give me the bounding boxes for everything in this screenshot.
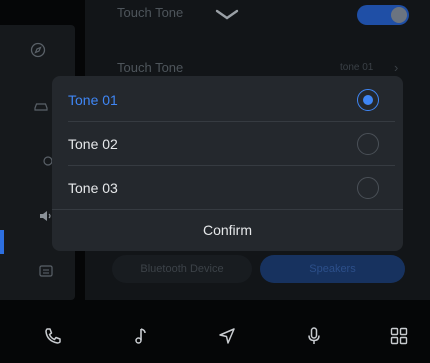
apps-grid-icon[interactable] [387,324,411,348]
touch-tone-row-label[interactable]: Touch Tone [117,60,183,75]
bottom-nav-bar [0,310,430,363]
vehicle-icon[interactable] [33,98,49,114]
radio-selected-icon[interactable] [357,89,379,111]
radio-unselected-icon[interactable] [357,177,379,199]
chevron-down-icon[interactable] [215,9,239,21]
compass-icon[interactable] [30,42,46,58]
display-icon[interactable] [38,263,54,279]
option-tone-01[interactable]: Tone 01 [52,78,403,122]
segment-speakers[interactable]: Speakers [260,255,405,283]
tone-picker-dialog: Tone 01 Tone 02 Tone 03 Confirm [52,76,403,251]
touch-tone-toggle[interactable] [357,5,409,25]
radio-unselected-icon[interactable] [357,133,379,155]
option-label: Tone 01 [68,92,118,108]
header-title: Touch Tone [117,5,184,20]
option-tone-02[interactable]: Tone 02 [52,122,403,166]
confirm-button[interactable]: Confirm [52,209,403,251]
navigation-icon[interactable] [215,324,239,348]
music-icon[interactable] [128,324,152,348]
active-indicator [0,230,4,254]
option-label: Tone 03 [68,180,118,196]
chevron-right-icon: › [394,60,399,75]
phone-icon[interactable] [41,324,65,348]
segment-bluetooth-device[interactable]: Bluetooth Device [112,255,252,283]
touch-tone-row-value: tone 01 [340,62,374,73]
option-tone-03[interactable]: Tone 03 [52,166,403,210]
option-label: Tone 02 [68,136,118,152]
microphone-icon[interactable] [302,324,326,348]
